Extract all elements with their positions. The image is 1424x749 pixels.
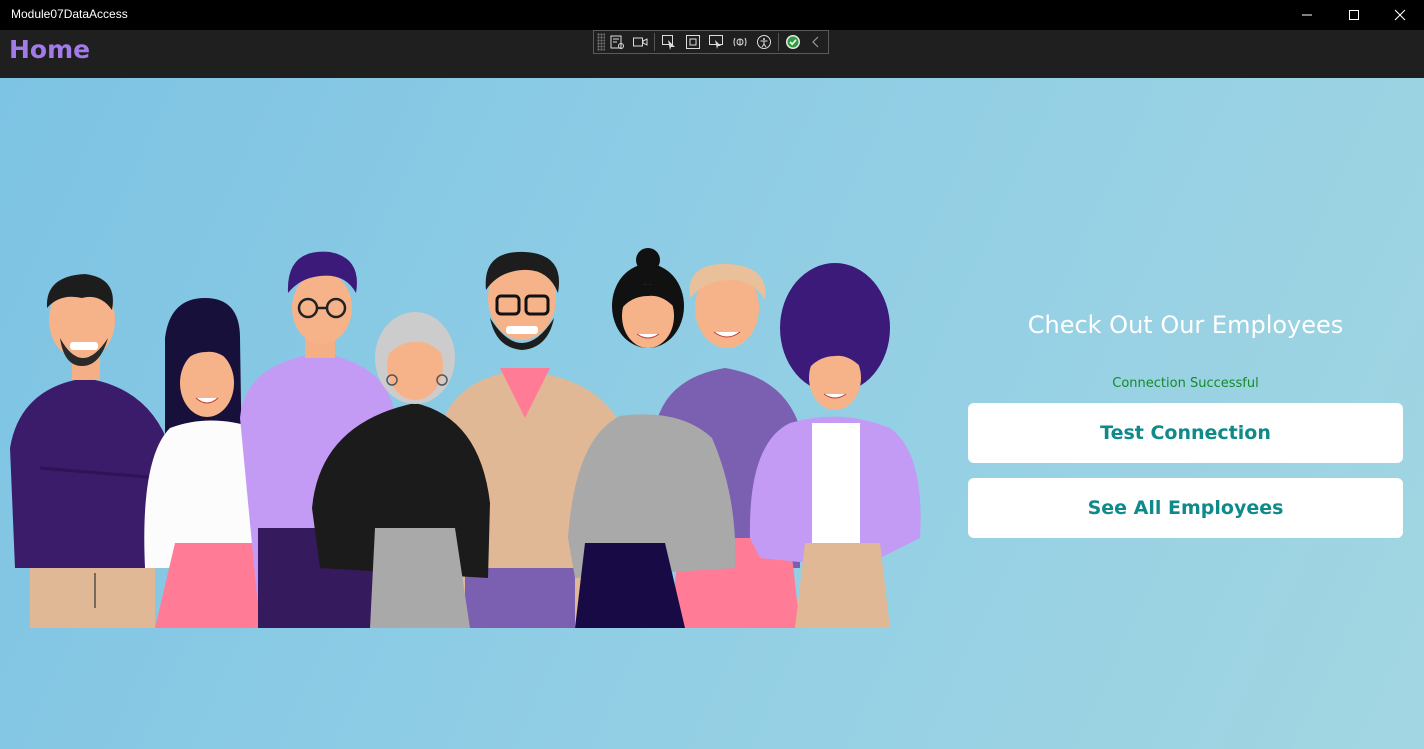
see-all-employees-button[interactable]: See All Employees [968, 478, 1403, 538]
live-visual-tree-icon[interactable] [605, 31, 629, 53]
close-button[interactable] [1377, 0, 1423, 30]
xaml-debug-toolbar [593, 30, 829, 54]
toolbar-separator [654, 33, 656, 51]
collapse-chevron-icon[interactable] [804, 31, 828, 53]
toolbar-grip[interactable] [597, 33, 605, 51]
minimize-button[interactable] [1284, 0, 1330, 30]
accessibility-icon[interactable] [752, 31, 776, 53]
page-title: Home [9, 35, 91, 64]
hot-reload-check-icon[interactable] [781, 31, 805, 53]
connection-status: Connection Successful [1112, 376, 1259, 391]
test-connection-button[interactable]: Test Connection [968, 403, 1403, 463]
display-layout-adorners-icon[interactable] [681, 31, 705, 53]
video-icon[interactable] [629, 31, 653, 53]
minimize-icon [1302, 14, 1312, 16]
employees-heading: Check Out Our Employees [1027, 311, 1344, 339]
close-icon [1394, 9, 1406, 21]
employees-illustration [10, 248, 921, 628]
toolbar-separator [777, 33, 779, 51]
maximize-icon [1349, 10, 1359, 20]
window-title: Module07DataAccess [11, 7, 128, 21]
maximize-button[interactable] [1331, 0, 1377, 30]
select-element-icon[interactable] [657, 31, 681, 53]
track-focus-icon[interactable] [705, 31, 729, 53]
title-bar: Module07DataAccess [0, 0, 1424, 30]
main-content: Check Out Our Employees Connection Succe… [0, 78, 1424, 749]
person-illustration [10, 274, 170, 628]
binding-failures-icon[interactable] [728, 31, 752, 53]
